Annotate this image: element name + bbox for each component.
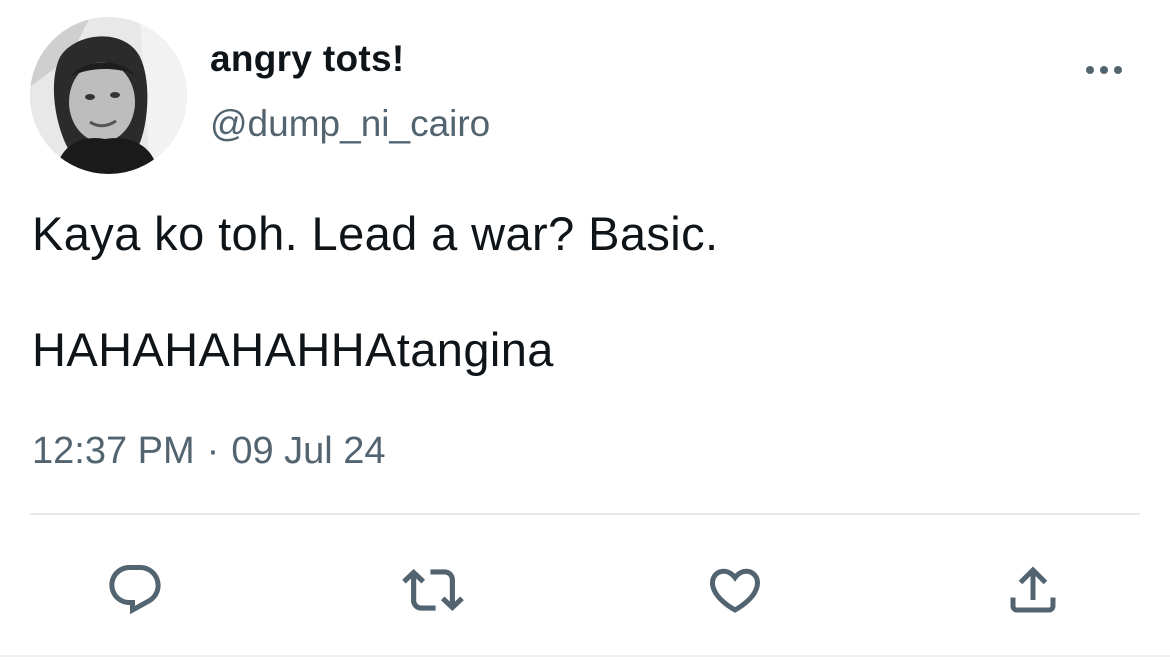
tweet-text-line: Kaya ko toh. Lead a war? Basic. <box>32 207 719 260</box>
tweet-date: 09 Jul 24 <box>231 430 386 472</box>
share-button[interactable] <box>998 555 1068 625</box>
tweet-time: 12:37 PM <box>32 430 195 472</box>
retweet-button[interactable] <box>398 555 468 625</box>
divider <box>30 513 1140 515</box>
bottom-divider <box>0 655 1170 657</box>
avatar-photo <box>30 17 187 174</box>
like-button[interactable] <box>700 555 770 625</box>
tweet-actions <box>0 555 1170 625</box>
meta-separator: · <box>206 430 220 472</box>
tweet-timestamp[interactable]: 12:37 PM · 09 Jul 24 <box>32 430 386 473</box>
user-handle[interactable]: @dump_ni_cairo <box>210 103 490 145</box>
reply-button[interactable] <box>100 555 170 625</box>
retweet-icon <box>402 569 464 611</box>
more-horizontal-icon <box>1086 66 1122 74</box>
heart-icon <box>709 568 761 613</box>
share-icon <box>1010 566 1056 613</box>
tweet-text-line: HAHAHAHAHHAtangina <box>32 323 554 376</box>
reply-icon <box>109 565 161 615</box>
tweet-card: angry tots! @dump_ni_cairo Kaya ko toh. … <box>0 0 1170 662</box>
tweet-text: Kaya ko toh. Lead a war? Basic. HAHAHAHA… <box>32 205 1132 379</box>
more-options-button[interactable] <box>1080 52 1130 88</box>
avatar[interactable] <box>30 17 187 174</box>
display-name[interactable]: angry tots! <box>210 38 404 80</box>
